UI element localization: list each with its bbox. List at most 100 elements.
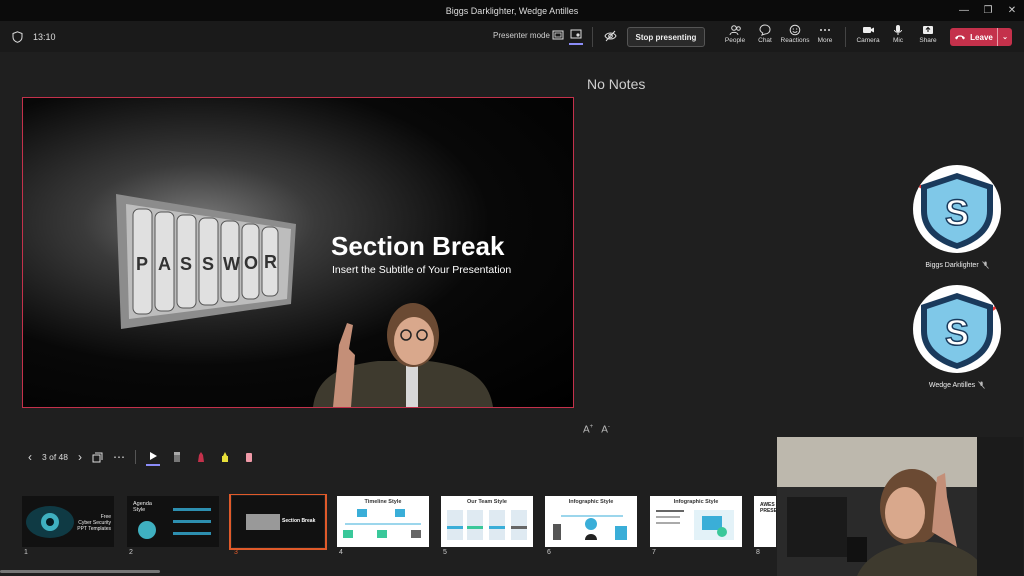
- decrease-font-icon[interactable]: A-: [601, 424, 610, 435]
- leave-button[interactable]: Leave ⌄: [950, 28, 1012, 46]
- people-button[interactable]: People: [720, 24, 750, 44]
- shield-icon[interactable]: [12, 30, 23, 43]
- grid-view-icon[interactable]: [92, 452, 103, 463]
- people-icon: [729, 25, 741, 36]
- avatar: S: [913, 285, 1001, 373]
- slide-thumbnail-8[interactable]: AWES PRESE: [754, 496, 776, 547]
- share-button[interactable]: Share: [913, 24, 943, 44]
- mic-muted-icon: [981, 261, 989, 269]
- svg-text:S: S: [945, 192, 969, 233]
- participant-tile-biggs[interactable]: S Biggs Darklighter: [913, 165, 1001, 269]
- participant-name-text: Wedge Antilles: [928, 381, 976, 389]
- pointer-tool-button[interactable]: [146, 448, 160, 466]
- minimize-icon[interactable]: —: [952, 0, 976, 21]
- mic-label: Mic: [892, 37, 904, 44]
- svg-text:P: P: [136, 254, 148, 274]
- presenter-video-overlay: [313, 303, 493, 407]
- red-pen-icon: [198, 452, 204, 462]
- slide-thumbnail-6[interactable]: Infographic Style: [545, 496, 637, 547]
- slide-thumbnail-1[interactable]: Free Cyber Security PPT Templates: [22, 496, 114, 547]
- chat-icon: [759, 24, 771, 36]
- title-bar: Biggs Darklighter, Wedge Antilles — ❐ ✕: [0, 0, 1024, 21]
- nav-divider: [135, 450, 136, 464]
- share-label: Share: [919, 37, 937, 44]
- hide-preview-icon[interactable]: [604, 30, 617, 42]
- mic-icon: [894, 25, 902, 35]
- close-icon[interactable]: ✕: [1000, 0, 1024, 21]
- slide-title: Section Break: [331, 231, 505, 261]
- thumb-5-title: Our Team Style: [467, 499, 507, 505]
- more-icon: [820, 29, 830, 31]
- phone-hangup-icon: [955, 35, 966, 40]
- more-button[interactable]: More: [810, 24, 840, 44]
- video-feed: [777, 437, 1023, 576]
- previous-slide-icon[interactable]: ‹: [28, 450, 32, 464]
- svg-text:S: S: [180, 254, 192, 274]
- pointer-icon: [149, 452, 157, 460]
- share-icon: [923, 26, 933, 34]
- more-label: More: [817, 37, 833, 44]
- thumb-2-title: Agenda Style: [133, 501, 152, 513]
- camera-icon: [862, 27, 874, 33]
- slide-thumbnail-4[interactable]: Timeline Style: [337, 496, 429, 547]
- meeting-toolbar: 13:10 Presenter mode Stop presenting Peo…: [0, 21, 1024, 52]
- leave-label: Leave: [970, 32, 993, 42]
- thumb-number: 2: [129, 549, 133, 556]
- chat-button[interactable]: Chat: [750, 24, 780, 44]
- slide-subtitle: Insert the Subtitle of Your Presentation: [332, 264, 512, 276]
- thumb-number: 6: [547, 549, 551, 556]
- standout-mode-icon[interactable]: [552, 29, 564, 41]
- current-slide: PAS SWOR Section Break Insert the Subtit…: [22, 97, 574, 408]
- thumb-number: 4: [339, 549, 343, 556]
- thumb-8-title: AWES PRESE: [760, 502, 776, 514]
- slide-thumbnail-7[interactable]: Infographic Style: [650, 496, 742, 547]
- next-slide-icon[interactable]: ›: [78, 450, 82, 464]
- meeting-time: 13:10: [33, 31, 56, 42]
- self-video-preview: [777, 437, 1023, 576]
- red-pen-tool-button[interactable]: [194, 449, 208, 465]
- mic-muted-icon: [978, 381, 985, 389]
- increase-font-icon[interactable]: A+: [583, 424, 593, 435]
- stop-presenting-button[interactable]: Stop presenting: [627, 27, 705, 47]
- slide-navigation: ‹ 3 of 48 › ⋯: [28, 448, 256, 466]
- reactions-button[interactable]: Reactions: [780, 24, 810, 44]
- meeting-info: 13:10: [12, 21, 56, 52]
- svg-text:A: A: [158, 254, 171, 274]
- thumb-4-title: Timeline Style: [364, 499, 402, 505]
- toolbar-divider: [592, 27, 593, 47]
- window-title: Biggs Darklighter, Wedge Antilles: [445, 5, 579, 16]
- maximize-icon[interactable]: ❐: [976, 0, 1000, 21]
- eraser-icon: [174, 452, 180, 462]
- participant-name-text: Biggs Darklighter: [925, 261, 979, 269]
- leave-main[interactable]: Leave: [950, 28, 998, 46]
- svg-text:S: S: [202, 254, 214, 274]
- thumb-7-title: Infographic Style: [673, 499, 719, 505]
- chevron-down-icon[interactable]: ⌄: [998, 33, 1012, 41]
- slide-thumbnail-2[interactable]: Agenda Style: [127, 496, 219, 547]
- people-label: People: [724, 37, 746, 44]
- content-only-mode-button[interactable]: [569, 27, 583, 45]
- thumb-number: 7: [652, 549, 656, 556]
- chat-label: Chat: [758, 37, 772, 44]
- notes-font-controls: A+ A-: [583, 424, 610, 435]
- password-lock-graphic: PAS SWOR: [116, 194, 296, 329]
- more-options-icon[interactable]: ⋯: [113, 450, 125, 464]
- speaker-notes: No Notes: [587, 76, 646, 92]
- mic-button[interactable]: Mic: [883, 24, 913, 44]
- pink-eraser-tool-button[interactable]: [242, 449, 256, 465]
- thumb-number: 3: [234, 549, 238, 556]
- shield-logo-icon: S: [914, 173, 993, 249]
- avatar: S: [913, 165, 1001, 253]
- participant-tile-wedge[interactable]: S Wedge Antilles: [913, 285, 1001, 389]
- thumb-1-line: PPT Templates: [77, 526, 111, 532]
- thumb-number: 8: [756, 549, 760, 556]
- highlighter-tool-button[interactable]: [218, 449, 232, 465]
- slide-thumbnail-5[interactable]: Our Team Style: [441, 496, 533, 547]
- camera-button[interactable]: Camera: [853, 24, 883, 44]
- thumbnail-scrollbar[interactable]: [0, 570, 160, 573]
- slide-thumbnail-3[interactable]: Section Break: [229, 494, 327, 550]
- camera-label: Camera: [856, 37, 880, 44]
- eraser-tool-button[interactable]: [170, 449, 184, 465]
- svg-text:W: W: [223, 254, 240, 274]
- thumb-3-title: Section Break: [282, 518, 316, 524]
